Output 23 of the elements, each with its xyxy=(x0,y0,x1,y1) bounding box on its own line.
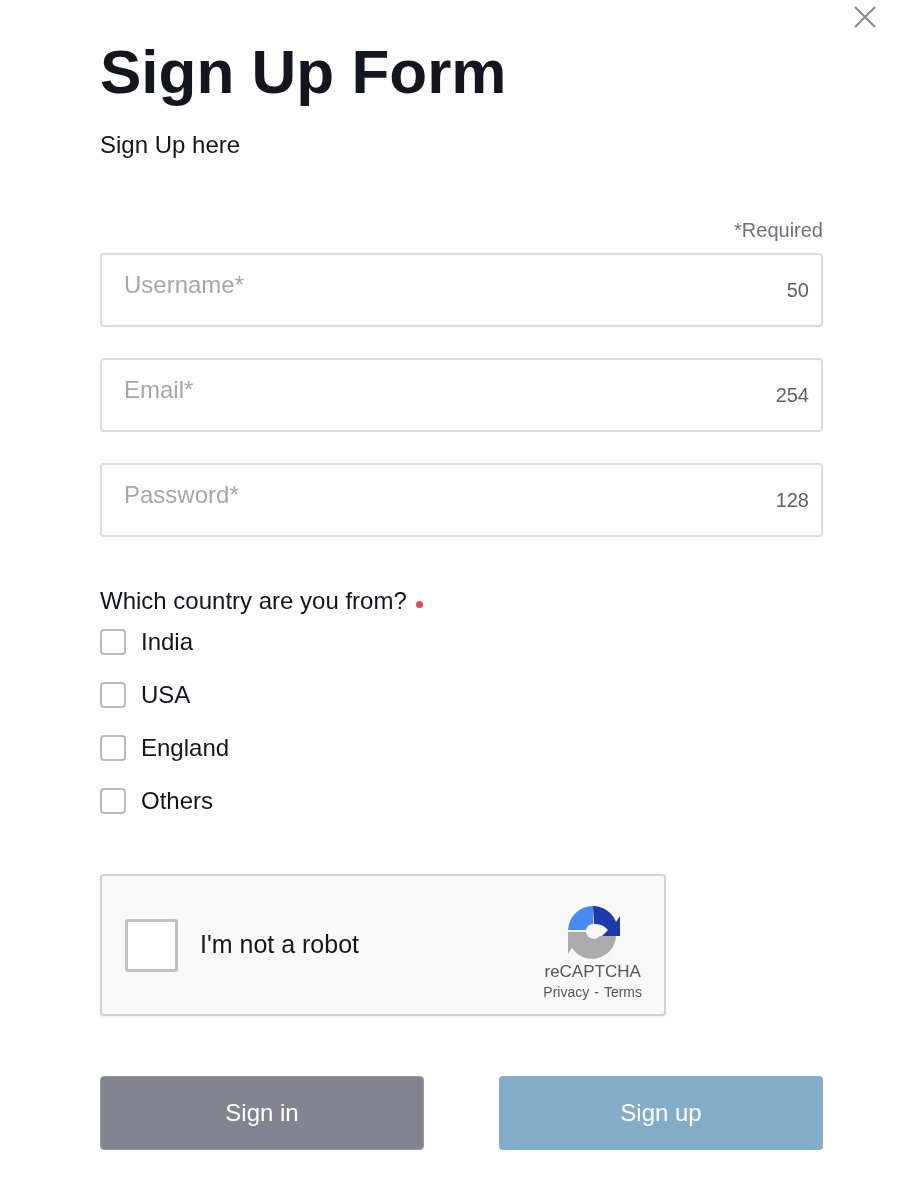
link-separator: - xyxy=(594,983,599,1002)
close-icon[interactable] xyxy=(853,5,877,29)
captcha-brand: reCAPTCHA xyxy=(544,962,641,982)
captcha-link[interactable]: Privacy xyxy=(543,982,590,1002)
question-label: Which country are you from? xyxy=(100,586,407,616)
form-title: Sign Up Form xyxy=(100,36,507,108)
checkbox[interactable] xyxy=(100,788,126,814)
captcha-checkbox[interactable] xyxy=(125,918,178,972)
captcha-label: I'm not a robot xyxy=(200,929,361,961)
character-counter: 50 xyxy=(786,278,809,302)
option-label: India xyxy=(141,627,194,657)
sign-in-button[interactable]: Sign in xyxy=(100,1076,424,1150)
character-counter: 254 xyxy=(775,383,809,407)
option-label: USA xyxy=(141,680,191,710)
form-subtitle: Sign Up here xyxy=(100,130,241,160)
captcha-link[interactable]: Terms xyxy=(603,982,642,1002)
checkbox[interactable] xyxy=(100,629,126,655)
option-label: Others xyxy=(141,786,214,816)
character-counter: 128 xyxy=(775,488,809,512)
checkbox[interactable] xyxy=(100,735,126,761)
required-note: *Required xyxy=(734,218,823,242)
checkbox[interactable] xyxy=(100,682,126,708)
option-label: England xyxy=(141,733,230,763)
